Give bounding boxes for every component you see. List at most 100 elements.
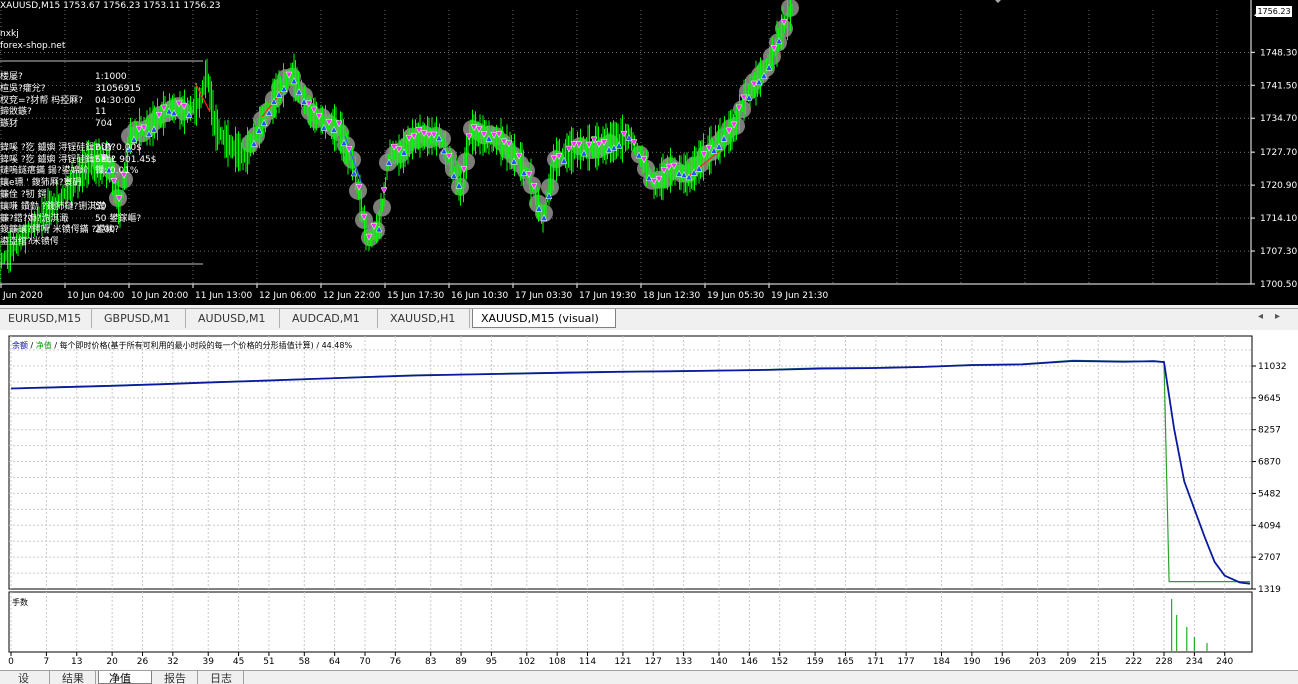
tab-xauusd-h1[interactable]: XAUUSD,H1: [382, 309, 470, 328]
tab-results[interactable]: 结果: [52, 671, 96, 684]
legend-equity: 净值: [35, 341, 52, 350]
y-axis-label: 6870: [1258, 458, 1281, 468]
x-axis-label: 133: [675, 657, 692, 667]
ea-panel-row: [0, 131, 205, 143]
ea-panel-key: 鏃犲: [0, 119, 19, 130]
ea-panel-row: 鏃犲 704: [0, 119, 205, 131]
tab-label: XAUUSD,H1: [390, 312, 456, 325]
x-axis-label: 83: [425, 657, 436, 667]
tab-label: GBPUSD,M1: [104, 312, 171, 325]
ea-status-panel: 楼屡? 1:1000 楦吳?癨兊? 31056915 杈兗=?犲帮 杩掗厤? 04:30:…: [0, 72, 205, 249]
price-chart[interactable]: 1748.30 1741.50 1734.70 1727.70 1720.90 1714.…: [0, 0, 1298, 305]
ea-panel-value: 11: [95, 107, 107, 118]
time-axis-label: 12 Jun 06:00: [259, 291, 316, 301]
time-axis-label: 17 Jun 19:30: [579, 291, 636, 301]
strategy-tester-graph[interactable]: 11032 9645 8257 6870 5482 4094 2707 1319 0 7 13 20 2…: [0, 330, 1298, 670]
y-axis-label: 1319: [1258, 585, 1281, 595]
x-axis-label: 26: [137, 657, 149, 667]
x-axis-label: 215: [1090, 657, 1107, 667]
price-axis-label: 1720.90: [1260, 181, 1297, 191]
ea-panel-value: 鏁: 0.01%: [95, 166, 139, 177]
ea-panel-key: 鐮佺 ?牣 鍔: [0, 189, 47, 200]
ea-panel-value: SELL 901.45$: [95, 154, 157, 165]
ea-panel-row: 鍗敓鏃? 11: [0, 107, 205, 119]
x-axis-label: 184: [933, 657, 950, 667]
graph-canvas[interactable]: 11032 9645 8257 6870 5482 4094 2707 1319 0 7 13 20 2…: [0, 330, 1298, 670]
x-axis-label: 222: [1125, 657, 1142, 667]
x-axis-label: 32: [167, 657, 178, 667]
tab-settings[interactable]: 设置: [8, 671, 50, 684]
x-axis-label: 165: [837, 657, 854, 667]
tab-scroll-arrows[interactable]: ◂▸: [1258, 311, 1292, 322]
ea-panel-row: 鍙亞绾?米镄偔: [0, 237, 205, 249]
ea-panel-key: 鍙亞绾?米镄偔: [0, 237, 59, 248]
ea-panel-row: 楦吳?癨兊? 31056915: [0, 84, 205, 96]
price-axis-label: 1707.30: [1260, 247, 1297, 257]
chart-symbol-header: XAUUSD,M15 1753.67 1756.23 1753.11 1756.…: [0, 1, 221, 11]
x-axis-label: 159: [806, 657, 823, 667]
ea-panel-row: 杈兗=?犲帮 杩掗厤? 04:30:00: [0, 96, 205, 108]
tab-xauusd-m15-visual[interactable]: XAUUSD,M15 (visual): [472, 309, 616, 328]
ea-panel-value: 50 鐢鎵嶇?: [95, 213, 142, 224]
time-axis-label: 15 Jun 17:30: [387, 291, 444, 301]
x-axis-label: 102: [518, 657, 535, 667]
price-axis-label: 1734.70: [1260, 114, 1297, 124]
tester-tabs: 设置 结果 净值图 报告 日志: [0, 670, 1298, 684]
price-axis-label: 1714.10: [1260, 214, 1297, 224]
ea-panel-value: 04:30:00: [95, 95, 136, 106]
price-axis-label: 1700.50: [1260, 280, 1297, 290]
legend-balance: 余额: [12, 341, 28, 350]
equity-plot-frame: [8, 335, 1253, 590]
ea-panel-value: 31056915: [95, 83, 141, 94]
ea-panel-value: 1:1000: [95, 72, 127, 82]
x-axis-label: 234: [1186, 657, 1203, 667]
time-axis-label: 16 Jun 10:30: [451, 291, 508, 301]
x-axis-label: 39: [203, 657, 215, 667]
x-axis-label: 228: [1155, 657, 1172, 667]
time-axis-label: 17 Jun 03:30: [515, 291, 572, 301]
time-axis-label: 18 Jun 12:30: [643, 291, 700, 301]
x-axis-label: 89: [455, 657, 467, 667]
tab-label: EURUSD,M15: [8, 312, 82, 325]
x-axis-label: 95: [486, 657, 497, 667]
ea-panel-key: 鏈嗚鐩瘎鏋 鍚?鍙婂紒: [0, 166, 89, 177]
ea-panel-row: 鐮佺 ?牣 鍔: [0, 190, 205, 202]
x-axis-label: 240: [1216, 657, 1233, 667]
time-axis-label: 19 Jun 21:30: [771, 291, 828, 301]
tab-journal[interactable]: 日志: [200, 671, 244, 684]
ea-panel-value: BUY 0.00$: [95, 142, 142, 153]
ea-panel-key: 杈兗=?犲帮 杩掗厤?: [0, 95, 83, 106]
x-axis-label: 0: [8, 657, 14, 667]
tab-label: AUDUSD,M1: [198, 312, 266, 325]
x-axis-label: 196: [994, 657, 1011, 667]
x-axis-label: 51: [263, 657, 274, 667]
x-axis-label: 7: [44, 657, 50, 667]
current-price-marker: 1756.23: [1256, 6, 1292, 17]
y-axis-label: 2707: [1258, 553, 1281, 563]
scroll-left-icon[interactable]: ◂: [1258, 311, 1275, 322]
tab-report[interactable]: 报告: [154, 671, 198, 684]
price-axis-label: 1741.50: [1260, 81, 1297, 91]
ea-panel-key: 鑲e瓙 ' 鍑犻厤?寰砃: [0, 178, 82, 189]
ea-panel-key: 鍗敓鏃?: [0, 107, 32, 118]
x-axis-label: 20: [106, 657, 118, 667]
x-axis-label: 13: [71, 657, 82, 667]
ea-panel-key: 鑲嗛 鐨勭 ?鍑犻鏈?铏淇濋: [0, 201, 106, 212]
ea-panel-row: 鑲e瓙 ' 鍑犻厤?寰砃: [0, 178, 205, 190]
ea-panel-key: 楦吳?癨兊?: [0, 83, 46, 94]
x-axis-label: 45: [233, 657, 244, 667]
x-axis-label: 140: [710, 657, 727, 667]
ea-panel-row: 鍑鐮鑲?鍔嗗 米镄偔鏋 ?鍙栨? 2.00: [0, 225, 205, 237]
legend-separator: /: [28, 341, 36, 350]
tab-audusd-m1[interactable]: AUDUSD,M1: [190, 309, 280, 328]
x-axis-label: 121: [614, 657, 631, 667]
tab-audcad-m1[interactable]: AUDCAD,M1: [284, 309, 378, 328]
price-axis-label: 1748.30: [1260, 48, 1297, 58]
tab-gbpusd-m1[interactable]: GBPUSD,M1: [96, 309, 186, 328]
ea-panel-row: 鍏嗘 ?犵 鐪嬩 浔锃硅鍓? 绌? SELL 901.45$: [0, 155, 205, 167]
time-axis-label: Jun 2020: [2, 291, 43, 301]
x-axis-label: 108: [549, 657, 566, 667]
tab-eurusd-m15[interactable]: EURUSD,M15: [0, 309, 92, 328]
scroll-right-icon[interactable]: ▸: [1275, 311, 1292, 322]
tab-graph[interactable]: 净值图: [98, 671, 152, 684]
